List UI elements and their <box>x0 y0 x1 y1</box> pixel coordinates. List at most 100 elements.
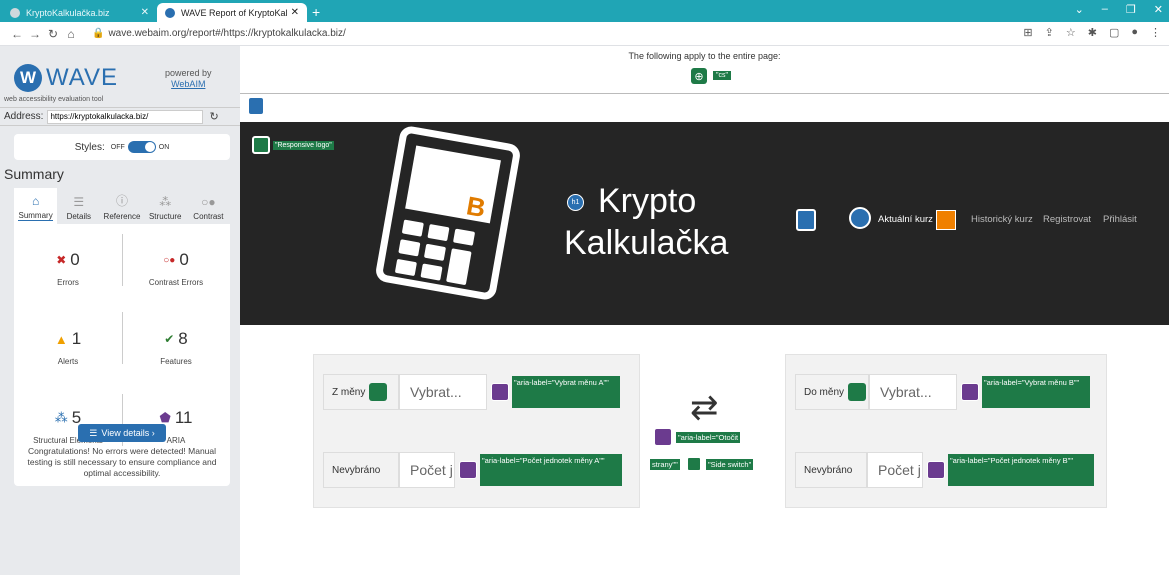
site-favicon-icon <box>10 7 20 18</box>
url-field[interactable]: 🔒 wave.webaim.org/report#/https://kryptok… <box>92 28 346 39</box>
styles-toggle-row: Styles: OFF ON <box>14 134 230 160</box>
to-currency-label: Do měny <box>795 374 869 410</box>
calculator-screen <box>405 145 501 224</box>
summary-tabs: ⌂ Summary ☰ Details ⓘ Reference ⁂ Structure … <box>14 188 230 224</box>
profile-avatar-icon[interactable]: ● <box>1131 26 1138 39</box>
side-switch-icon <box>686 456 702 472</box>
from-currency-select[interactable]: Vybrat... <box>399 374 487 410</box>
toggle-knob <box>144 142 155 152</box>
close-tab-icon[interactable]: ✕ <box>291 7 299 18</box>
bookmark-star-icon[interactable]: ☆ <box>1066 26 1076 39</box>
alert-redundant-link-icon[interactable] <box>936 210 956 230</box>
tab-title: WAVE Report of KryptoKalkulač <box>181 7 287 18</box>
view-details-button[interactable]: ☰ View details › <box>78 424 166 442</box>
close-window-icon[interactable]: ✕ <box>1154 3 1163 16</box>
styles-toggle[interactable] <box>127 141 156 153</box>
amount-a-input[interactable]: Počet j <box>399 452 455 488</box>
tab-structure[interactable]: ⁂ Structure <box>144 188 187 224</box>
aria-value: 11 <box>174 408 193 427</box>
aria-label-icon <box>459 461 477 479</box>
tab-contrast[interactable]: ○● Contrast <box>187 188 230 224</box>
tab-kryptokalkulacka[interactable]: KryptoKalkulačka.biz ✕ <box>2 3 157 22</box>
calculator-key <box>398 239 421 257</box>
notice-text: The following apply to the entire page: <box>628 51 781 61</box>
label-text: Z měny <box>332 386 366 398</box>
extensions-icon[interactable]: ✱ <box>1088 26 1097 39</box>
forward-icon[interactable]: → <box>26 27 44 41</box>
tab-label: Summary <box>18 211 53 221</box>
view-details-label: View details › <box>101 428 155 438</box>
amount-a-aria-annotation: "aria-label="Počet jednotek měny A"" <box>480 454 622 486</box>
alerts-value: 1 <box>71 329 82 348</box>
site-title-line1: Krypto <box>598 182 697 220</box>
powered-by: powered by WebAIM <box>165 68 212 90</box>
amount-b-row: Nevybráno Počet j "aria-label="Počet jed… <box>795 452 1094 488</box>
restore-icon[interactable]: ❐ <box>1126 3 1136 16</box>
tab-wave-report[interactable]: WAVE Report of KryptoKalkulač ✕ <box>157 3 307 22</box>
close-tab-icon[interactable]: ✕ <box>141 7 149 18</box>
responsive-logo-annotation[interactable]: "Responsive logo" <box>252 136 334 154</box>
tab-search-icon[interactable]: ⌄ <box>1075 3 1084 16</box>
h1-heading-icon[interactable]: h1 <box>567 194 584 211</box>
nav-historicky-kurz[interactable]: Historický kurz <box>971 214 1033 225</box>
label-text: Do měny <box>804 386 845 398</box>
image-feature-icon <box>252 136 270 154</box>
site-header: "Responsive logo" B h1 Krypto Kalkulačka… <box>240 122 1169 325</box>
tab-label: Structure <box>148 212 182 221</box>
summary-heading: Summary <box>4 166 64 182</box>
home-icon: ⌂ <box>31 194 40 208</box>
errors-value: 0 <box>70 250 80 269</box>
language-globe-icon[interactable]: ⊕ <box>691 68 707 84</box>
nav-prihlasit[interactable]: Přihlásit <box>1103 214 1137 225</box>
address-input[interactable] <box>47 109 204 124</box>
translate-icon[interactable]: ⊞ <box>1023 26 1032 39</box>
features-count[interactable]: ✔ 8 Features <box>122 329 230 391</box>
amount-a-row: Nevybráno Počet j "aria-label="Počet jed… <box>323 452 622 488</box>
from-currency-row: Z měny Vybrat... "aria-label="Vybrat měn… <box>323 374 620 410</box>
to-currency-select[interactable]: Vybrat... <box>869 374 957 410</box>
tab-summary[interactable]: ⌂ Summary <box>14 188 58 224</box>
powered-by-text: powered by <box>165 68 212 78</box>
amount-a-label: Nevybráno <box>323 452 399 488</box>
aria-label-icon <box>654 428 672 446</box>
swap-arrows-icon[interactable]: ⇄ <box>690 388 719 428</box>
amount-b-aria-annotation: "aria-label="Počet jednotek měny B"" <box>948 454 1094 486</box>
document-structure-icon[interactable] <box>249 98 263 114</box>
tab-details[interactable]: ☰ Details <box>57 188 100 224</box>
menu-icon[interactable]: ⋮ <box>1150 26 1161 39</box>
new-tab-icon[interactable]: + <box>312 4 320 20</box>
address-label: Address: <box>4 111 44 122</box>
calculator-key <box>394 258 417 277</box>
navigation-icon[interactable] <box>796 209 816 231</box>
contrast-value: 0 <box>179 250 189 269</box>
back-icon[interactable]: ← <box>8 27 26 41</box>
aria-label-icon <box>927 461 945 479</box>
home-icon[interactable]: ⌂ <box>62 27 80 41</box>
swap-aria-annotation-2: strany"" <box>650 459 680 470</box>
window-controls: ⌄ – ❐ ✕ <box>1075 3 1163 16</box>
errors-count[interactable]: ✖ 0 Errors <box>14 250 122 312</box>
feature-icon: ✔ <box>164 332 175 346</box>
calculator-key <box>401 219 424 237</box>
language-tag[interactable]: "cs" <box>713 71 731 80</box>
calculator-key <box>420 263 443 281</box>
contrast-errors-count[interactable]: ○● 0 Contrast Errors <box>122 250 230 312</box>
tab-reference[interactable]: ⓘ Reference <box>100 188 143 224</box>
amount-b-input[interactable]: Počet j <box>867 452 923 488</box>
list-icon: ☰ <box>73 195 85 209</box>
list-icon[interactable] <box>849 207 871 229</box>
nav-aktualni-kurz[interactable]: Aktuální kurz <box>878 214 933 225</box>
info-icon: ⓘ <box>116 194 129 208</box>
browser-actions: ⊞ ⇪ ☆ ✱ ▢ ● ⋮ <box>1023 26 1161 39</box>
nav-registrovat[interactable]: Registrovat <box>1043 214 1091 225</box>
minimize-icon[interactable]: – <box>1102 3 1108 16</box>
congrats-message: Congratulations! No errors were detected… <box>27 446 217 478</box>
sidepanel-icon[interactable]: ▢ <box>1109 26 1119 39</box>
errors-label: Errors <box>57 278 79 287</box>
webaim-link[interactable]: WebAIM <box>171 79 205 89</box>
reload-icon[interactable]: ↻ <box>209 110 218 123</box>
share-icon[interactable]: ⇪ <box>1045 26 1054 39</box>
tab-label: Details <box>66 212 92 221</box>
alerts-count[interactable]: ▲ 1 Alerts <box>14 329 122 391</box>
reload-icon[interactable]: ↻ <box>44 27 62 41</box>
